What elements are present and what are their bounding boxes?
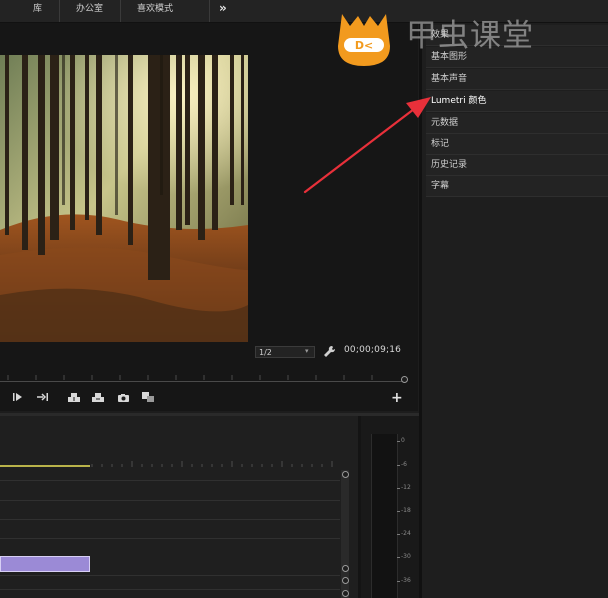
menu-item-history[interactable]: 历史记录 bbox=[426, 155, 608, 176]
meter-label: 0 bbox=[401, 437, 405, 444]
timeline-ruler[interactable] bbox=[90, 459, 340, 467]
track-divider bbox=[0, 480, 340, 481]
video-frame bbox=[0, 55, 248, 342]
more-workspaces-button[interactable]: » bbox=[219, 0, 227, 22]
track-divider bbox=[0, 538, 340, 539]
work-area-bar[interactable] bbox=[0, 465, 90, 467]
scroll-handle[interactable] bbox=[342, 565, 349, 572]
camera-icon[interactable] bbox=[117, 393, 130, 403]
track-divider bbox=[0, 575, 340, 576]
meter-label: -12 bbox=[401, 484, 411, 491]
divider bbox=[209, 0, 210, 22]
insert-icon[interactable] bbox=[67, 392, 81, 403]
wrench-icon[interactable] bbox=[323, 345, 336, 358]
meter-label: -6 bbox=[401, 461, 407, 468]
track-divider bbox=[0, 519, 340, 520]
overwrite-icon[interactable] bbox=[91, 392, 105, 403]
meter-tick bbox=[397, 441, 400, 442]
compare-icon[interactable] bbox=[141, 391, 155, 403]
annotation-arrow-icon bbox=[303, 97, 431, 194]
menu-item-lumetri-color[interactable]: Lumetri 颜色 bbox=[426, 91, 608, 112]
logo-text: D< bbox=[355, 39, 373, 52]
go-to-out-icon[interactable] bbox=[36, 392, 49, 402]
menu-item-metadata[interactable]: 元数据 bbox=[426, 113, 608, 134]
timecode[interactable]: 00;00;09;16 bbox=[344, 345, 401, 355]
watermark-logo: D< bbox=[338, 14, 390, 66]
meter-tick bbox=[397, 581, 400, 582]
menu-item-essential-sound[interactable]: 基本声音 bbox=[426, 69, 608, 90]
meter-label: -18 bbox=[401, 507, 411, 514]
audio-clip[interactable] bbox=[0, 556, 90, 572]
scroll-handle-top[interactable] bbox=[342, 471, 349, 478]
forest-image bbox=[0, 55, 248, 342]
meter-tick bbox=[397, 534, 400, 535]
add-button[interactable]: + bbox=[391, 390, 403, 406]
step-forward-icon[interactable] bbox=[12, 392, 24, 402]
scroll-handle[interactable] bbox=[342, 577, 349, 584]
workspace-tab-office[interactable]: 办公室 bbox=[76, 0, 103, 22]
meter-tick bbox=[397, 465, 400, 466]
chevron-down-icon[interactable]: ▾ bbox=[305, 347, 309, 355]
menu-item-captions[interactable]: 字幕 bbox=[426, 176, 608, 197]
scrubber-end-handle[interactable] bbox=[401, 376, 408, 383]
audio-meter-bar bbox=[371, 434, 398, 598]
workspace-tab-favorite-mode[interactable]: 喜欢模式 bbox=[137, 0, 173, 22]
meter-tick bbox=[397, 488, 400, 489]
divider bbox=[120, 0, 121, 22]
meter-label: -36 bbox=[401, 577, 411, 584]
transport-controls bbox=[0, 388, 418, 408]
meter-tick bbox=[397, 511, 400, 512]
meter-label: -24 bbox=[401, 530, 411, 537]
meter-label: -30 bbox=[401, 553, 411, 560]
workspace-tab-library[interactable]: 库 bbox=[33, 0, 42, 22]
scroll-handle-bottom[interactable] bbox=[342, 590, 349, 597]
menu-item-markers[interactable]: 标记 bbox=[426, 134, 608, 155]
track-divider bbox=[0, 589, 340, 590]
scrubber-ticks bbox=[7, 375, 373, 380]
track-divider bbox=[0, 500, 340, 501]
meter-tick bbox=[397, 557, 400, 558]
scrubber-track[interactable] bbox=[0, 381, 406, 382]
divider bbox=[59, 0, 60, 22]
watermark-text: 甲虫课堂 bbox=[406, 18, 534, 54]
